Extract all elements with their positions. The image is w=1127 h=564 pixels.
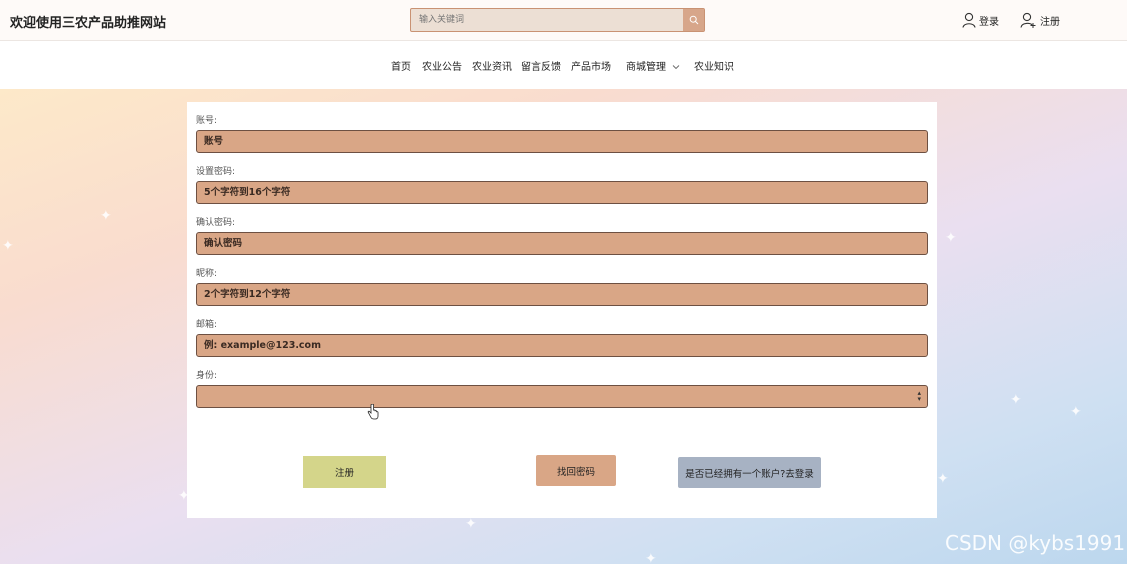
select-caret-icon: ▴ ▾ [917, 389, 921, 403]
user-icon [962, 12, 976, 28]
login-link[interactable]: 登录 [962, 12, 999, 28]
email-input[interactable] [196, 334, 928, 357]
confirm-password-label: 确认密码: [196, 218, 236, 228]
find-password-button[interactable]: 找回密码 [536, 455, 616, 486]
register-button[interactable]: 注册 [303, 456, 386, 488]
register-form-panel: 账号: 设置密码: 确认密码: 昵称: 邮箱: 身份: ▴▾ 注册 找回密码 是… [187, 102, 937, 518]
main-nav: 首页 农业公告 农业资讯 留言反馈 产品市场 商城管理 农业知识 [0, 41, 1127, 89]
search-button[interactable] [683, 9, 704, 31]
register-label: 注册 [1040, 16, 1060, 28]
site-title: 欢迎使用三农产品助推网站 [10, 16, 167, 31]
nickname-label: 昵称: [196, 269, 218, 279]
role-select[interactable]: ▴ ▾ [196, 385, 928, 408]
password-label: 设置密码: [196, 167, 236, 177]
account-input[interactable] [196, 130, 928, 153]
hand-cursor-icon [367, 404, 379, 420]
nav-item-shop-management-label: 商城管理 [626, 62, 666, 73]
top-bar: 欢迎使用三农产品助推网站 登录 注册 [0, 0, 1127, 41]
nav-item-shop-management[interactable]: 商城管理 [626, 58, 680, 73]
register-link[interactable]: 注册 [1020, 12, 1060, 28]
watermark: CSDN @kybs1991 [945, 531, 1126, 555]
chevron-down-icon [672, 65, 680, 70]
nav-item-home[interactable]: 首页 [391, 58, 411, 73]
nav-item-announcements[interactable]: 农业公告 [422, 58, 462, 73]
nav-item-market[interactable]: 产品市场 [571, 58, 611, 73]
search-icon [689, 15, 698, 25]
nickname-input[interactable] [196, 283, 928, 306]
password-input[interactable] [196, 181, 928, 204]
nav-item-news[interactable]: 农业资讯 [472, 58, 512, 73]
role-label: 身份: [196, 371, 218, 381]
nav-item-feedback[interactable]: 留言反馈 [521, 58, 561, 73]
account-label: 账号: [196, 116, 218, 126]
add-user-icon [1020, 12, 1036, 28]
nav-item-knowledge[interactable]: 农业知识 [694, 58, 734, 73]
email-label: 邮箱: [196, 320, 218, 330]
confirm-password-input[interactable] [196, 232, 928, 255]
goto-login-button[interactable]: 是否已经拥有一个账户?去登录 [678, 457, 821, 488]
search-input[interactable] [411, 9, 684, 31]
login-label: 登录 [979, 16, 999, 28]
search-box [410, 8, 705, 32]
